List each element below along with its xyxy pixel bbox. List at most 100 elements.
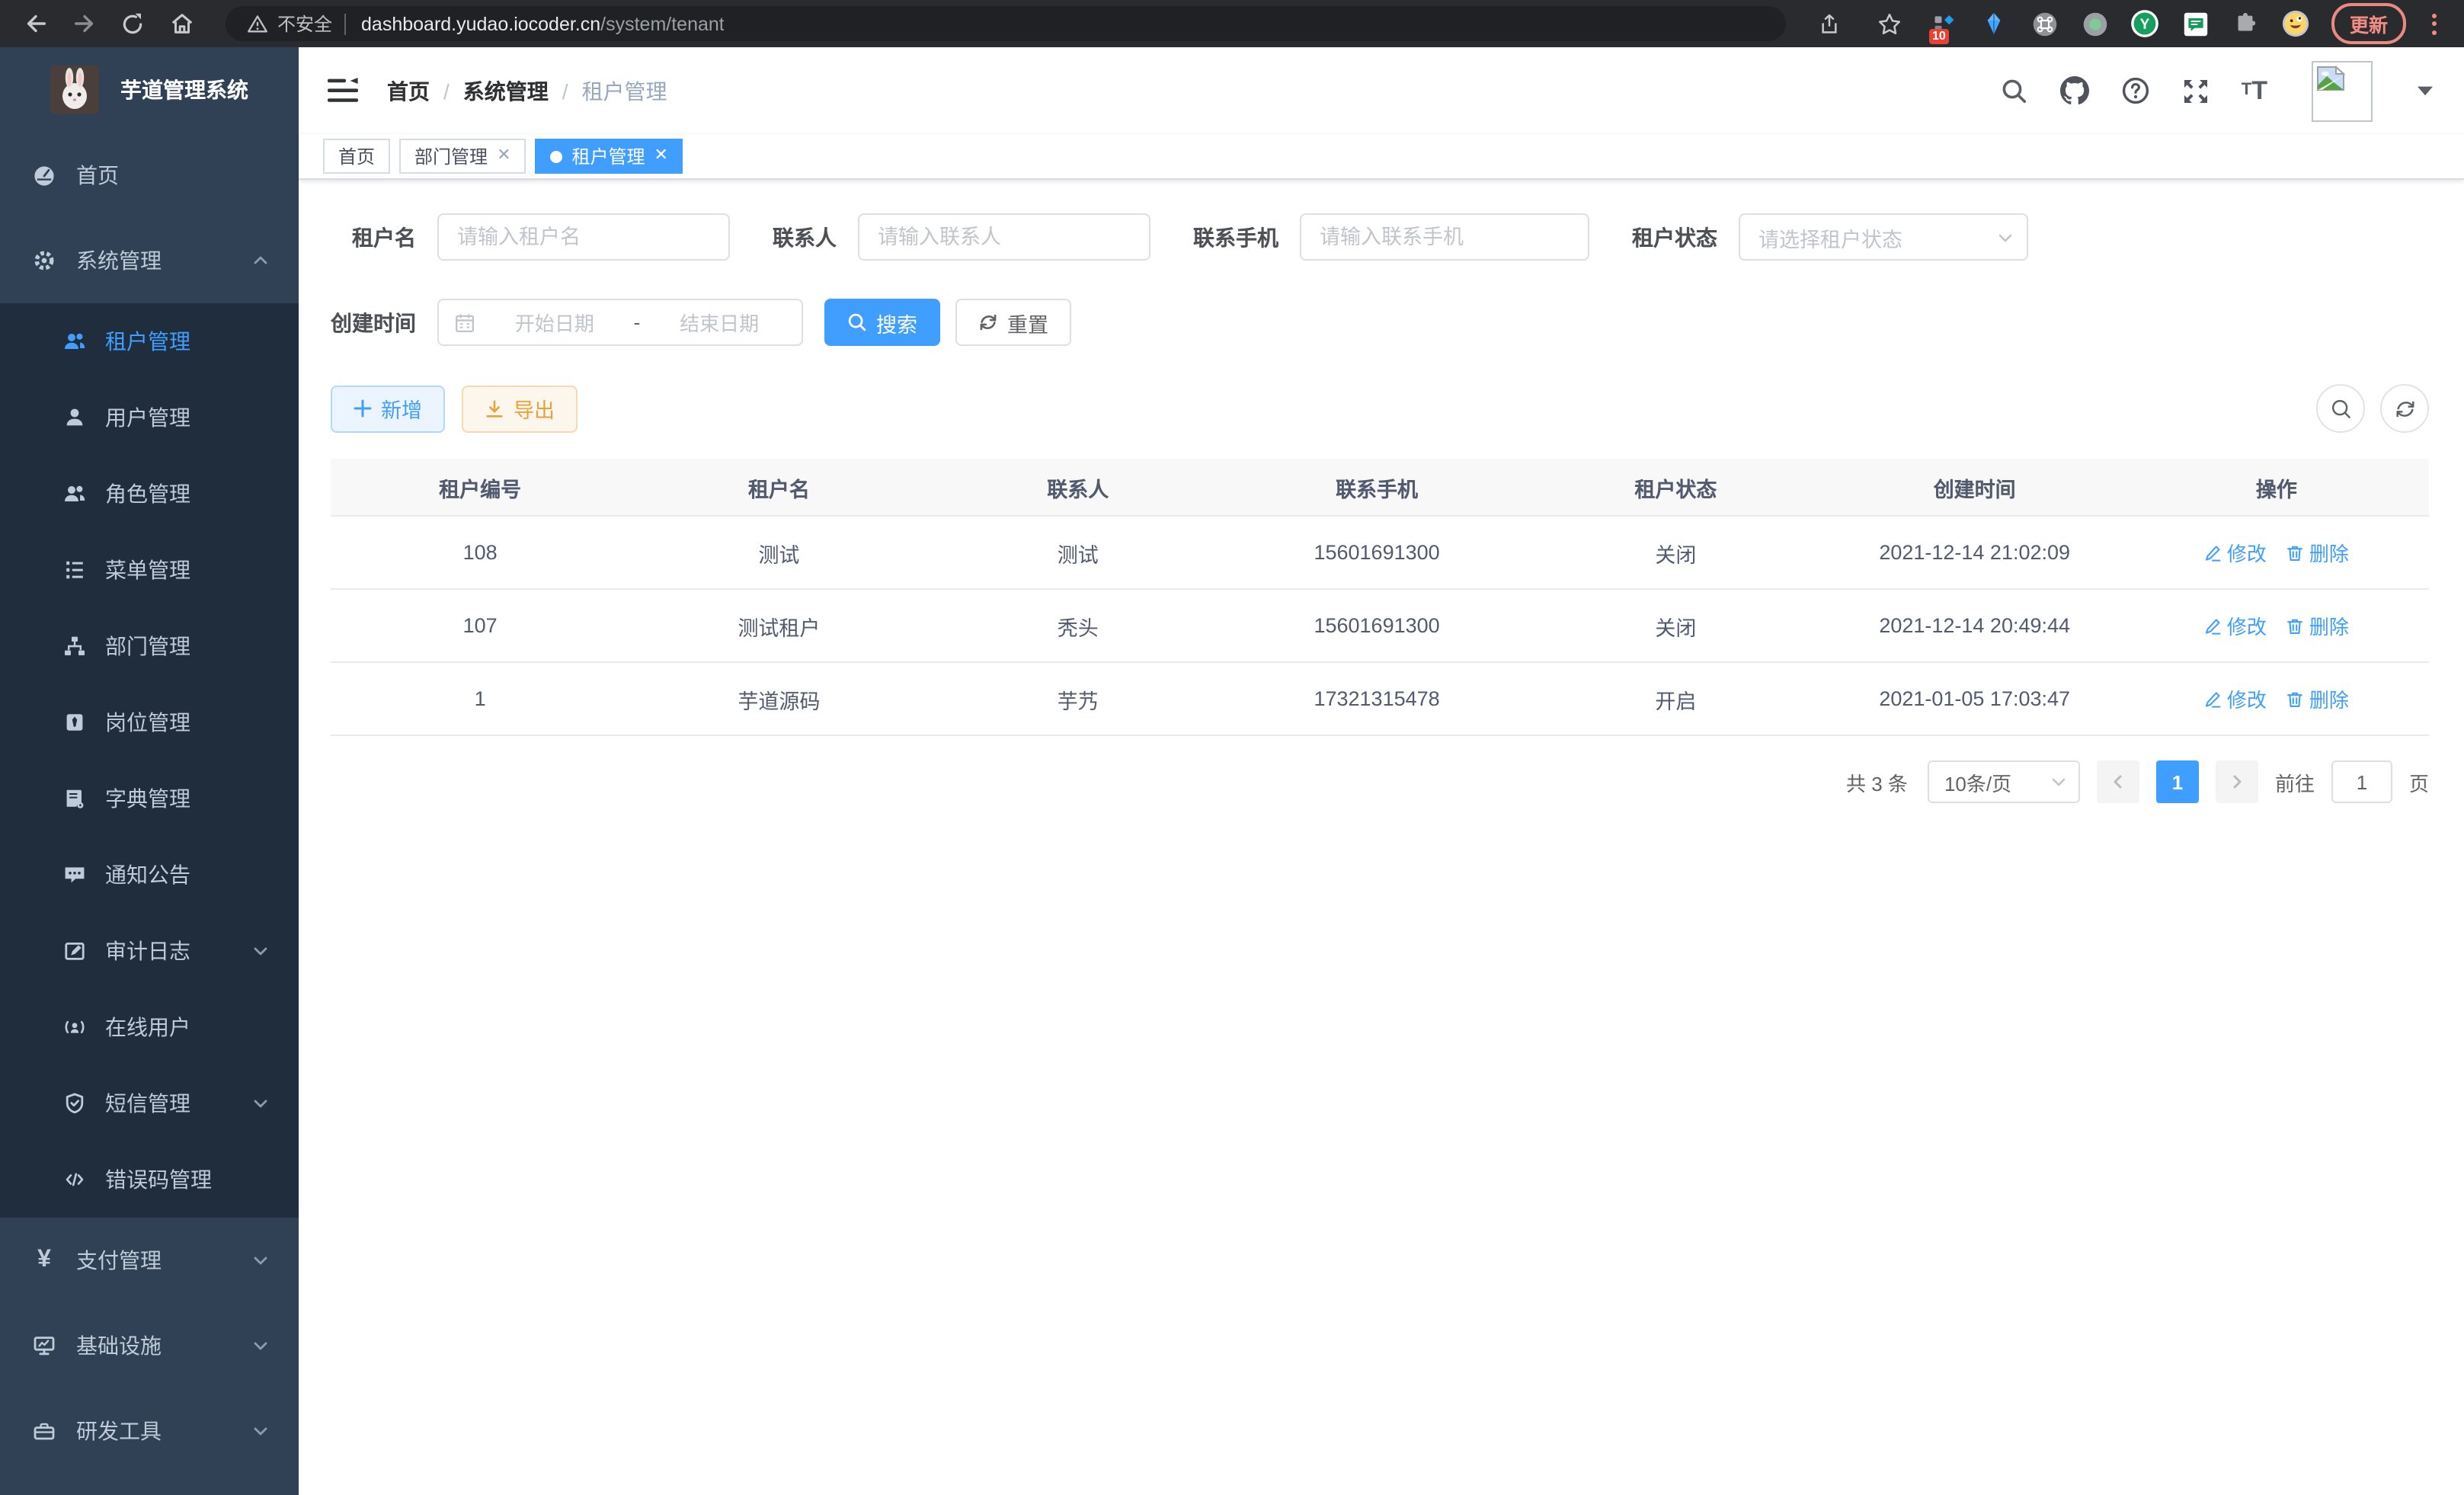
sidebar-item-user[interactable]: 用户管理 [0, 379, 299, 456]
tenants-icon [62, 329, 87, 354]
breadcrumb-separator: / [443, 78, 450, 103]
extension-y-button[interactable]: Y [2130, 8, 2161, 39]
browser-update-button[interactable]: 更新 [2331, 3, 2406, 44]
sidebar-item-dept[interactable]: 部门管理 [0, 608, 299, 684]
sidebar-item-audit[interactable]: 审计日志 [0, 913, 299, 989]
trash-icon [2286, 690, 2305, 708]
font-size-button[interactable]: TT [2242, 78, 2267, 104]
sidebar-item-label: 通知公告 [105, 860, 190, 890]
date-range-picker[interactable]: 开始日期 - 结束日期 [437, 299, 803, 346]
cell-tenant-id: 107 [331, 590, 629, 661]
tenant-name-input[interactable] [437, 213, 730, 261]
tab-label: 首页 [338, 143, 375, 169]
sidebar-item-tenant[interactable]: 租户管理 [0, 303, 299, 379]
sidebar-item-label: 租户管理 [105, 326, 190, 357]
add-button[interactable]: 新增 [331, 385, 445, 432]
extension-chat-button[interactable] [2181, 8, 2211, 39]
close-icon[interactable]: ✕ [654, 148, 668, 165]
sidebar-item-notice[interactable]: 通知公告 [0, 837, 299, 913]
close-icon[interactable]: ✕ [497, 148, 510, 165]
cell-actions: 修改 删除 [2124, 663, 2429, 735]
table-row: 1 芋道源码 芋艿 17321315478 开启 2021-01-05 17:0… [331, 661, 2429, 735]
sidebar: 芋道管理系统 首页 系统管理 租户管理 [0, 47, 299, 1495]
sidebar-item-menu[interactable]: 菜单管理 [0, 532, 299, 608]
url-text: dashboard.yudao.iocoder.cn/system/tenant [361, 13, 725, 34]
record-extension-icon [2082, 10, 2109, 37]
fullscreen-button[interactable] [2182, 77, 2210, 104]
edit-link[interactable]: 修改 [2204, 684, 2267, 713]
edit-link[interactable]: 修改 [2204, 538, 2267, 567]
sidebar-item-infra[interactable]: 基础设施 [0, 1303, 299, 1388]
toolbox-icon [32, 1419, 56, 1443]
sidebar-item-online[interactable]: 在线用户 [0, 989, 299, 1065]
delete-link[interactable]: 删除 [2286, 611, 2349, 640]
cell-tenant-name: 测试 [629, 517, 928, 588]
next-page-button[interactable] [2216, 760, 2258, 803]
table-toolbar: 新增 导出 [331, 384, 2429, 433]
avatar[interactable] [2312, 60, 2373, 121]
calendar-icon [454, 312, 475, 333]
refresh-table-button[interactable] [2380, 384, 2429, 433]
cell-actions: 修改 删除 [2124, 590, 2429, 661]
filter-tenant-name: 租户名 [331, 213, 730, 261]
extension-record-button[interactable] [2080, 8, 2110, 39]
total-count: 共 3 条 [1846, 767, 1908, 796]
chat-extension-icon [2184, 11, 2208, 36]
help-doc-button[interactable] [2121, 76, 2150, 105]
home-icon [172, 15, 191, 33]
page-size-select[interactable]: 10条/页 [1928, 760, 2080, 803]
sidebar-item-home[interactable]: 首页 [0, 133, 299, 218]
filter-create-time: 创建时间 开始日期 - 结束日期 [331, 299, 803, 346]
plus-icon [354, 399, 372, 418]
sidebar-item-post[interactable]: 岗位管理 [0, 684, 299, 760]
mobile-input[interactable] [1300, 213, 1589, 261]
sidebar-item-errcode[interactable]: 错误码管理 [0, 1141, 299, 1218]
logo-avatar [50, 66, 99, 114]
extensions-puzzle-button[interactable] [2231, 8, 2261, 39]
sidebar-item-dict[interactable]: 字典管理 [0, 760, 299, 837]
user-menu-caret[interactable] [2417, 85, 2434, 96]
toggle-search-button[interactable] [2316, 384, 2365, 433]
tab-dept[interactable]: 部门管理 ✕ [399, 139, 526, 174]
sidebar-item-role[interactable]: 角色管理 [0, 456, 299, 532]
contact-input[interactable] [858, 213, 1150, 261]
sidebar-collapse-button[interactable] [322, 72, 364, 110]
extension-command-button[interactable] [2030, 8, 2060, 39]
sidebar-item-payment[interactable]: ¥ 支付管理 [0, 1218, 299, 1303]
extension-kite-button[interactable] [1979, 8, 2010, 39]
tab-tenant[interactable]: 租户管理 ✕ [536, 139, 683, 174]
emoji-extension-icon [2282, 9, 2311, 38]
bookmark-star-button[interactable] [1870, 4, 1909, 43]
status-select[interactable]: 请选择租户状态 [1739, 213, 2028, 261]
cell-tenant-name: 测试租户 [629, 590, 928, 661]
goto-page-input[interactable] [2331, 760, 2392, 803]
delete-link[interactable]: 删除 [2286, 538, 2349, 567]
delete-link[interactable]: 删除 [2286, 684, 2349, 713]
share-button[interactable] [1810, 4, 1850, 43]
reset-button[interactable]: 重置 [955, 299, 1071, 346]
browser-home-button[interactable] [162, 4, 201, 43]
sidebar-logo[interactable]: 芋道管理系统 [0, 47, 299, 133]
search-button[interactable]: 搜索 [824, 299, 940, 346]
current-page-button[interactable]: 1 [2156, 760, 2199, 803]
tab-home[interactable]: 首页 [323, 139, 390, 174]
github-link-button[interactable] [2060, 76, 2089, 105]
sidebar-item-sms[interactable]: 短信管理 [0, 1065, 299, 1141]
extension-palette-button[interactable]: 10 [1929, 8, 1960, 39]
sidebar-item-system[interactable]: 系统管理 [0, 218, 299, 303]
tab-label: 租户管理 [572, 143, 645, 169]
header-search-button[interactable] [2001, 77, 2028, 104]
edit-link[interactable]: 修改 [2204, 611, 2267, 640]
browser-menu-button[interactable] [2426, 13, 2443, 34]
breadcrumb-home[interactable]: 首页 [387, 75, 430, 106]
export-button[interactable]: 导出 [462, 385, 578, 432]
browser-reload-button[interactable] [113, 4, 152, 43]
browser-back-button[interactable] [15, 4, 55, 43]
prev-page-button[interactable] [2097, 760, 2139, 803]
browser-forward-button[interactable] [64, 4, 104, 43]
filter-row-1: 租户名 联系人 联系手机 租户状态 请选择租户状态 [331, 213, 2429, 261]
extension-emoji-button[interactable] [2281, 8, 2312, 39]
address-bar[interactable]: 不安全 dashboard.yudao.iocoder.cn/system/te… [226, 6, 1786, 41]
breadcrumb-system[interactable]: 系统管理 [463, 75, 549, 106]
sidebar-item-devtools[interactable]: 研发工具 [0, 1388, 299, 1474]
